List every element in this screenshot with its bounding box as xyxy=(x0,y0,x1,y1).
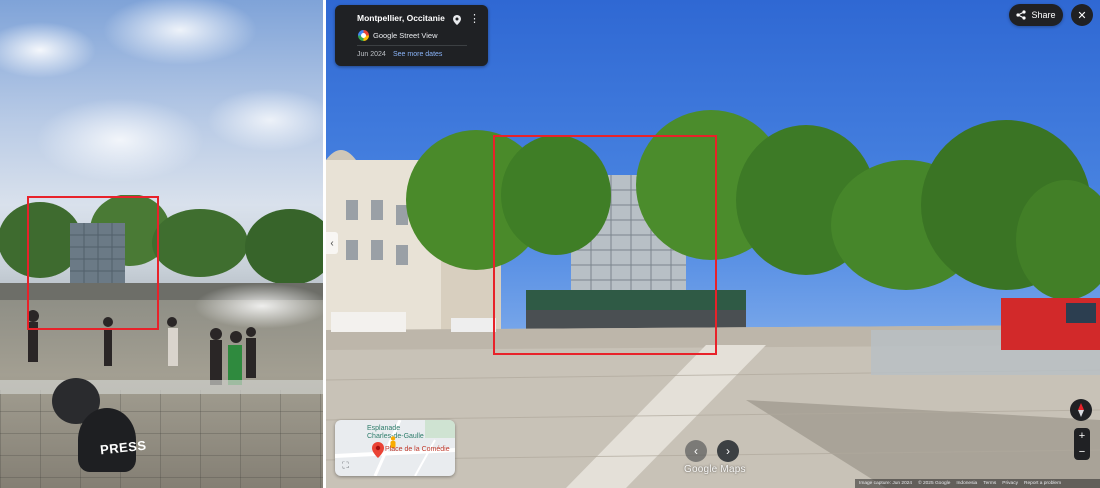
expand-icon[interactable]: ⛶ xyxy=(340,460,351,471)
privacy-link[interactable]: Privacy xyxy=(1002,481,1018,486)
image-capture-text: Image capture: Jun 2024 xyxy=(859,481,913,486)
zoom-in-button[interactable]: + xyxy=(1074,428,1090,444)
imagery-source: Google Street View xyxy=(373,31,438,40)
share-icon xyxy=(1016,10,1027,20)
street-view-panorama[interactable] xyxy=(326,0,1100,488)
map-label-esplanade: Esplanade xyxy=(367,425,401,432)
pin-icon[interactable] xyxy=(453,15,461,25)
copyright-text: © 2025 Google xyxy=(918,481,951,486)
panorama-scene xyxy=(326,110,1100,488)
map-label-place: Place de la Comédie xyxy=(385,446,450,453)
chevron-left-icon: ‹ xyxy=(330,237,334,249)
card-divider xyxy=(357,45,467,46)
map-pin-icon xyxy=(372,442,384,458)
compass-icon[interactable] xyxy=(1070,399,1092,421)
terms-link[interactable]: Terms xyxy=(983,481,996,486)
google-maps-watermark: Google Maps xyxy=(684,464,746,475)
share-button[interactable]: Share xyxy=(1009,4,1063,26)
zoom-out-button[interactable]: − xyxy=(1074,444,1090,460)
attribution-footer: Image capture: Jun 2024 © 2025 Google In… xyxy=(855,479,1100,488)
report-problem-link[interactable]: Report a problem xyxy=(1024,481,1061,486)
chevron-left-icon: ‹ xyxy=(694,444,698,458)
panorama-left-edge-button[interactable]: ‹ xyxy=(326,232,338,254)
chevron-right-icon: › xyxy=(726,444,730,458)
see-more-dates-link[interactable]: See more dates xyxy=(393,51,442,58)
google-logo-icon xyxy=(358,30,369,41)
crowd-figures xyxy=(0,310,323,394)
next-photo-button[interactable]: › xyxy=(717,440,739,462)
mini-map[interactable]: Esplanade Charles-de-Gaulle Place de la … xyxy=(335,420,455,476)
zoom-control: + − xyxy=(1074,428,1090,460)
location-info-card: Montpellier, Occitanie ⋮ Google Street V… xyxy=(335,5,488,66)
capture-date: Jun 2024 xyxy=(357,51,386,58)
left-protest-photo: PRESS xyxy=(0,0,323,488)
country-text: Indonesia xyxy=(956,481,978,486)
close-button[interactable]: ✕ xyxy=(1071,4,1093,26)
close-icon: ✕ xyxy=(1077,9,1087,22)
more-vert-icon[interactable]: ⋮ xyxy=(469,13,480,27)
share-label: Share xyxy=(1031,10,1056,20)
previous-photo-button[interactable]: ‹ xyxy=(685,440,707,462)
location-title: Montpellier, Occitanie xyxy=(357,13,445,23)
